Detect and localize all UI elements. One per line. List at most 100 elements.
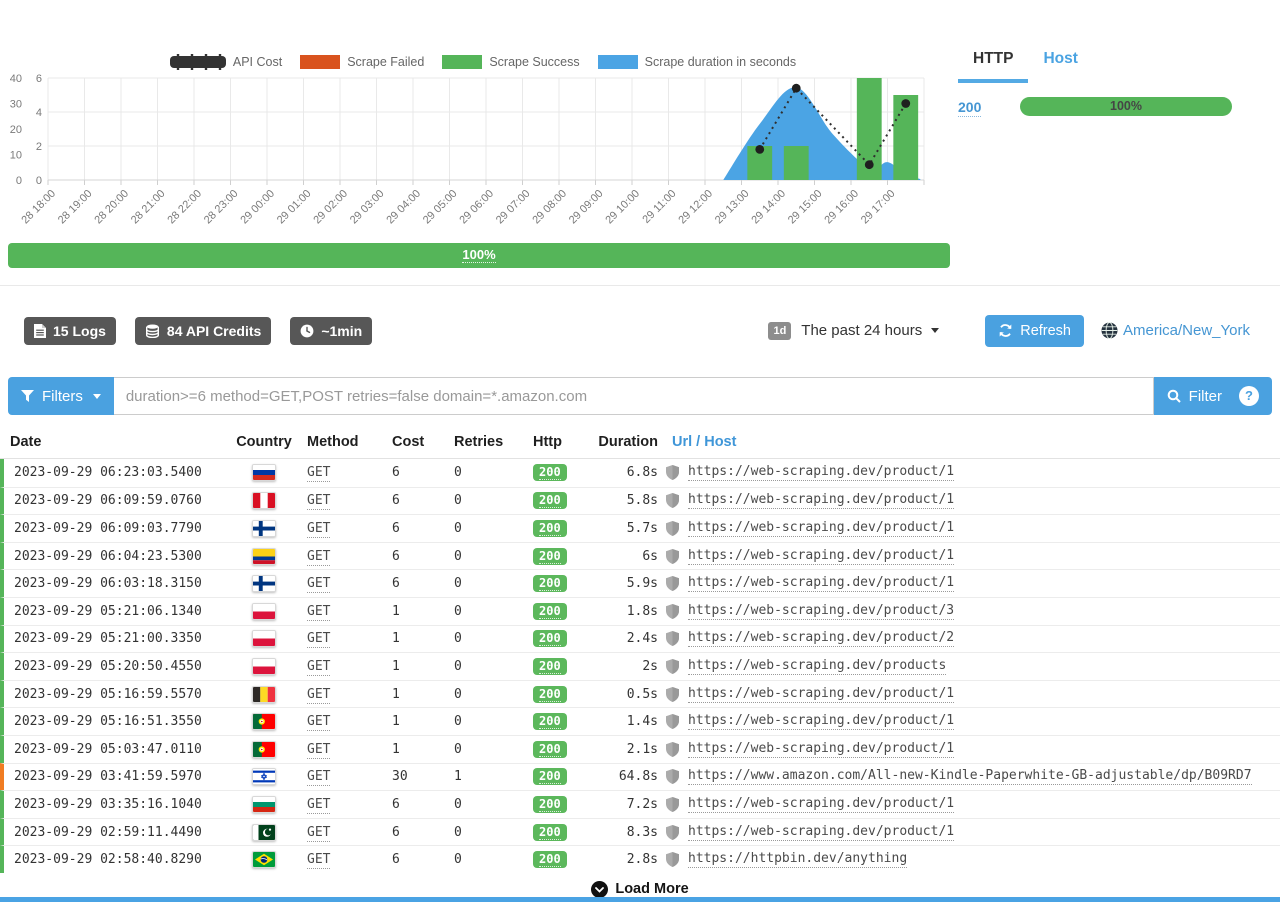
method-link[interactable]: GET [307, 465, 330, 482]
method-link[interactable]: GET [307, 769, 330, 786]
log-url-link[interactable]: https://web-scraping.dev/product/1 [688, 741, 954, 758]
status-row: 200100% [958, 97, 1232, 116]
svg-text:29 09:00: 29 09:00 [567, 188, 606, 227]
svg-text:6: 6 [36, 73, 42, 85]
filter-submit-button[interactable]: Filter ? [1154, 377, 1272, 415]
period-and-actions: 1d The past 24 hours Refresh [768, 315, 1250, 347]
method-link[interactable]: GET [307, 576, 330, 593]
period-label[interactable]: The past 24 hours [801, 322, 922, 339]
method-link[interactable]: GET [307, 714, 330, 731]
legend-swatch [300, 55, 340, 69]
svg-text:29 16:00: 29 16:00 [822, 188, 861, 227]
log-url-link[interactable]: https://web-scraping.dev/product/1 [688, 520, 954, 537]
http-status-badge[interactable]: 200 [533, 768, 567, 785]
method-link[interactable]: GET [307, 742, 330, 759]
log-url-link[interactable]: https://web-scraping.dev/product/1 [688, 548, 954, 565]
http-status-badge[interactable]: 200 [533, 741, 567, 758]
method-link[interactable]: GET [307, 631, 330, 648]
legend-item-scrape-success[interactable]: Scrape Success [442, 55, 579, 69]
file-icon [34, 324, 46, 338]
log-url-link[interactable]: https://web-scraping.dev/product/1 [688, 796, 954, 813]
log-retries: 0 [446, 521, 524, 536]
method-link[interactable]: GET [307, 825, 330, 842]
log-country [229, 658, 299, 675]
status-percent-bar: 100% [1020, 97, 1232, 116]
help-button[interactable]: ? [1239, 386, 1259, 406]
log-url-link[interactable]: https://web-scraping.dev/product/3 [688, 603, 954, 620]
timezone-link[interactable]: America/New_York [1123, 322, 1250, 339]
table-row: 2023-09-29 02:59:11.4490GET602008.3shttp… [0, 818, 1280, 846]
svg-text:29 14:00: 29 14:00 [749, 188, 788, 227]
http-status-badge[interactable]: 200 [533, 713, 567, 730]
method-link[interactable]: GET [307, 521, 330, 538]
legend-swatch [170, 53, 226, 71]
http-status-badge[interactable]: 200 [533, 464, 567, 481]
log-url-link[interactable]: https://web-scraping.dev/product/1 [688, 824, 954, 841]
http-status-badge[interactable]: 200 [533, 603, 567, 620]
method-link[interactable]: GET [307, 852, 330, 869]
http-status-badge[interactable]: 200 [533, 658, 567, 675]
log-url-link[interactable]: https://web-scraping.dev/product/1 [688, 713, 954, 730]
http-status-badge[interactable]: 200 [533, 686, 567, 703]
log-country [229, 464, 299, 481]
svg-text:29 00:00: 29 00:00 [238, 188, 277, 227]
shield-icon [666, 493, 679, 508]
http-status-badge[interactable]: 200 [533, 796, 567, 813]
tab-host[interactable]: Host [1028, 44, 1092, 83]
method-link[interactable]: GET [307, 659, 330, 676]
http-status-badge[interactable]: 200 [533, 520, 567, 537]
tab-http[interactable]: HTTP [958, 44, 1028, 83]
filter-query-input[interactable] [114, 377, 1154, 415]
http-status-badge[interactable]: 200 [533, 575, 567, 592]
table-row: 2023-09-29 06:23:03.5400GET602006.8shttp… [0, 459, 1280, 487]
stat-badge-label: ~1min [321, 323, 362, 339]
log-cost: 1 [384, 687, 446, 702]
svg-text:29 08:00: 29 08:00 [530, 188, 569, 227]
log-url-link[interactable]: https://web-scraping.dev/products [688, 658, 946, 675]
chevron-down-icon[interactable] [931, 328, 939, 333]
http-status-badge[interactable]: 200 [533, 851, 567, 868]
svg-text:29 13:00: 29 13:00 [713, 188, 752, 227]
svg-text:0: 0 [36, 175, 42, 187]
stat-badge-label: 15 Logs [53, 323, 106, 339]
legend-item-scrape-duration-in-seconds[interactable]: Scrape duration in seconds [598, 55, 796, 69]
http-status-badge[interactable]: 200 [533, 630, 567, 647]
log-url-link[interactable]: https://web-scraping.dev/product/1 [688, 575, 954, 592]
log-url-link[interactable]: https://www.amazon.com/All-new-Kindle-Pa… [688, 768, 1252, 785]
legend-item-scrape-failed[interactable]: Scrape Failed [300, 55, 424, 69]
shield-icon [666, 604, 679, 619]
http-status-badge[interactable]: 200 [533, 548, 567, 565]
log-duration: 6.8s [592, 465, 658, 480]
refresh-button[interactable]: Refresh [985, 315, 1084, 347]
shield-icon [666, 714, 679, 729]
method-link[interactable]: GET [307, 687, 330, 704]
stat-badge-15-logs: 15 Logs [24, 317, 116, 345]
svg-text:28 18:00: 28 18:00 [19, 188, 58, 227]
status-rows: 200100% [958, 97, 1232, 116]
log-url-link[interactable]: https://web-scraping.dev/product/2 [688, 630, 954, 647]
bottom-accent-strip [0, 897, 1280, 902]
status-tabs: HTTPHost [958, 44, 1232, 83]
method-link[interactable]: GET [307, 797, 330, 814]
legend-item-api-cost[interactable]: API Cost [170, 53, 282, 71]
svg-text:29 12:00: 29 12:00 [676, 188, 715, 227]
log-url-link[interactable]: https://web-scraping.dev/product/1 [688, 686, 954, 703]
method-link[interactable]: GET [307, 604, 330, 621]
log-url-link[interactable]: https://httpbin.dev/anything [688, 851, 907, 868]
http-status-badge[interactable]: 200 [533, 492, 567, 509]
shield-icon [666, 769, 679, 784]
method-link[interactable]: GET [307, 549, 330, 566]
log-url-link[interactable]: https://web-scraping.dev/product/1 [688, 464, 954, 481]
filter-bar: Filters Filter ? [8, 377, 1272, 415]
filters-dropdown-button[interactable]: Filters [8, 377, 114, 415]
svg-text:40: 40 [10, 73, 22, 85]
log-retries: 0 [446, 687, 524, 702]
status-code-link[interactable]: 200 [958, 99, 1020, 115]
log-country [229, 796, 299, 813]
http-status-badge[interactable]: 200 [533, 824, 567, 841]
method-link[interactable]: GET [307, 493, 330, 510]
load-more-button[interactable]: Load More [0, 881, 1280, 898]
log-url-link[interactable]: https://web-scraping.dev/product/1 [688, 492, 954, 509]
country-flag-pl [252, 603, 276, 620]
shield-icon [666, 576, 679, 591]
